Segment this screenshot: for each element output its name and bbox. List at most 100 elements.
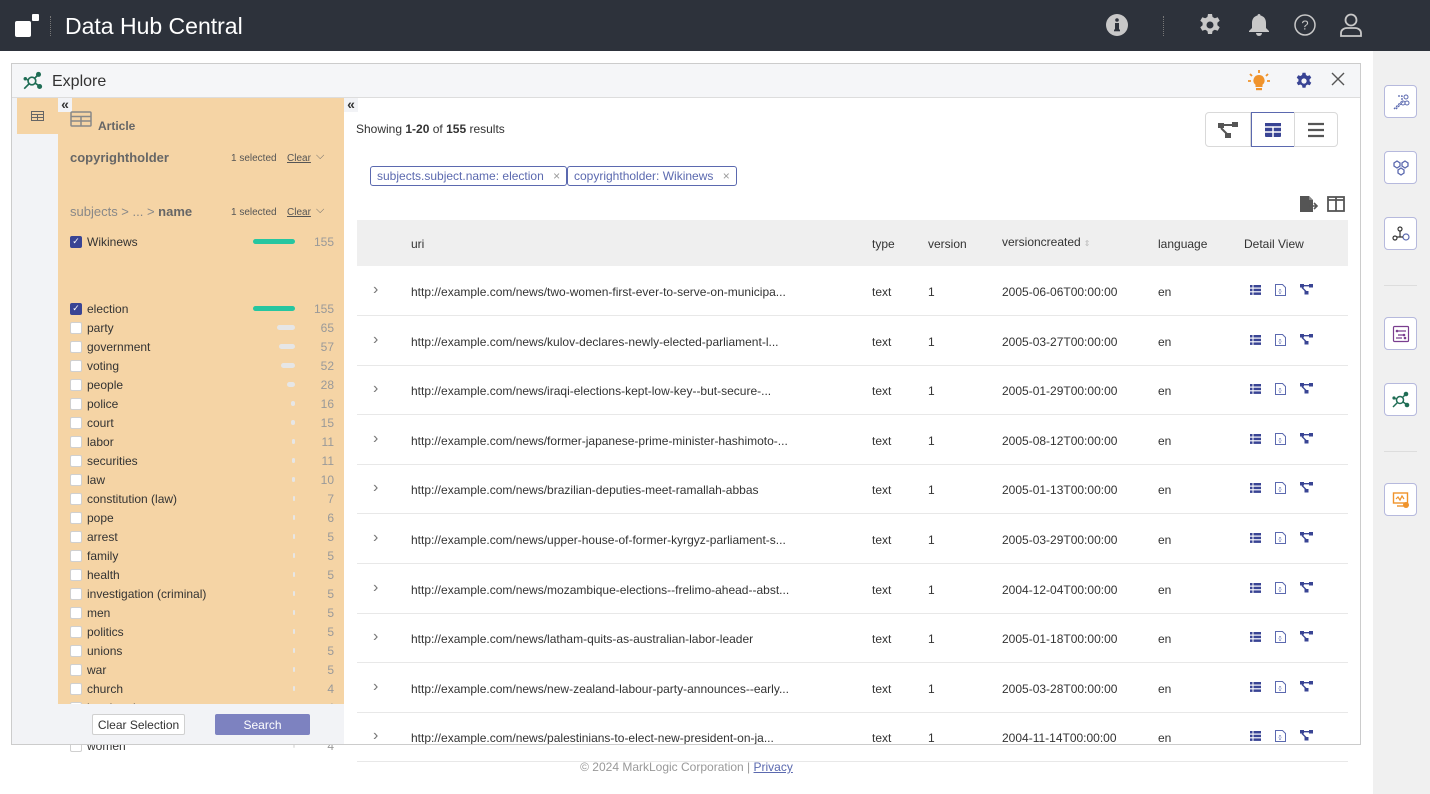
facet-checkbox[interactable] <box>70 378 82 391</box>
facet-checkbox[interactable] <box>70 397 82 410</box>
cell-uri[interactable]: http://example.com/news/former-japanese-… <box>411 434 788 448</box>
facet-item[interactable]: health 5 <box>70 565 334 584</box>
instance-view-icon[interactable] <box>1250 582 1261 596</box>
facet-item[interactable]: government 57 <box>70 337 334 356</box>
facet-item[interactable]: police 16 <box>70 394 334 413</box>
cell-uri[interactable]: http://example.com/news/upper-house-of-f… <box>411 533 786 547</box>
graph-view-icon[interactable] <box>1300 532 1313 546</box>
load-tile-button[interactable] <box>1384 85 1417 118</box>
cell-uri[interactable]: http://example.com/news/latham-quits-as-… <box>411 632 753 646</box>
lightbulb-icon[interactable] <box>1247 69 1271 98</box>
facet-checkbox[interactable] <box>70 511 82 524</box>
graph-view-button[interactable] <box>1205 112 1251 147</box>
facet-item[interactable]: court 15 <box>70 413 334 432</box>
column-selector-icon[interactable] <box>1327 196 1345 217</box>
column-header-uri[interactable]: uri <box>411 237 424 251</box>
remove-filter-icon[interactable]: × <box>550 169 560 183</box>
source-view-icon[interactable]: {} <box>1275 631 1286 646</box>
facet-checkbox[interactable] <box>70 321 82 334</box>
instance-view-icon[interactable] <box>1250 383 1261 397</box>
expand-row-icon[interactable]: › <box>373 628 378 646</box>
info-icon[interactable] <box>1105 13 1129 37</box>
expand-row-icon[interactable]: › <box>373 727 378 745</box>
column-header-type[interactable]: type <box>872 237 895 251</box>
cell-uri[interactable]: http://example.com/news/two-women-first-… <box>411 285 786 299</box>
graph-view-icon[interactable] <box>1300 482 1313 496</box>
facet-item[interactable]: arrest 5 <box>70 527 334 546</box>
expand-row-icon[interactable]: › <box>373 529 378 547</box>
facet-checkbox[interactable]: ✓ <box>70 302 82 315</box>
help-icon[interactable]: ? <box>1293 13 1317 37</box>
expand-row-icon[interactable]: › <box>373 430 378 448</box>
model-tile-button[interactable] <box>1384 151 1417 184</box>
column-header-versioncreated[interactable]: versioncreated ⇕ <box>1002 235 1090 249</box>
filter-chip[interactable]: copyrightholder: Wikinews × <box>567 166 737 186</box>
instance-view-icon[interactable] <box>1250 631 1261 645</box>
facet-checkbox[interactable] <box>70 644 82 657</box>
facet-item[interactable]: family 5 <box>70 546 334 565</box>
chevron-down-icon[interactable]: ⌵ <box>316 204 324 217</box>
cell-uri[interactable]: http://example.com/news/mozambique-elect… <box>411 583 789 597</box>
graph-view-icon[interactable] <box>1300 680 1313 695</box>
facet-checkbox[interactable] <box>70 359 82 372</box>
facet-checkbox[interactable]: ✓ <box>70 235 82 248</box>
facet-item[interactable]: men 5 <box>70 603 334 622</box>
graph-view-icon[interactable] <box>1300 383 1313 397</box>
run-tile-button[interactable] <box>1384 317 1417 350</box>
cell-uri[interactable]: http://example.com/news/brazilian-deputi… <box>411 483 759 497</box>
monitor-tile-button[interactable] <box>1384 483 1417 516</box>
expand-row-icon[interactable]: › <box>373 479 378 497</box>
column-header-version[interactable]: version <box>928 237 967 251</box>
facet-clear-link[interactable]: Clear <box>287 153 311 164</box>
facet-checkbox[interactable] <box>70 473 82 486</box>
cell-uri[interactable]: http://example.com/news/iraqi-elections-… <box>411 384 771 398</box>
clear-selection-button[interactable]: Clear Selection <box>92 714 185 735</box>
facet-item[interactable]: ✓ election 155 <box>70 299 334 318</box>
facet-checkbox[interactable] <box>70 416 82 429</box>
facet-item[interactable]: voting 52 <box>70 356 334 375</box>
sort-icon[interactable]: ⇕ <box>1084 239 1091 248</box>
facet-item[interactable]: investigation (criminal) 5 <box>70 584 334 603</box>
facet-item[interactable]: people 28 <box>70 375 334 394</box>
source-view-icon[interactable]: {} <box>1275 532 1286 547</box>
settings-icon[interactable] <box>1295 72 1313 95</box>
cell-uri[interactable]: http://example.com/news/kulov-declares-n… <box>411 335 778 349</box>
instance-view-icon[interactable] <box>1250 532 1261 546</box>
filter-chip[interactable]: subjects.subject.name: election × <box>370 166 568 186</box>
facet-checkbox[interactable] <box>70 625 82 638</box>
facet-checkbox[interactable] <box>70 549 82 562</box>
source-view-icon[interactable]: {} <box>1275 432 1286 448</box>
settings-icon[interactable] <box>1198 13 1222 37</box>
expand-row-icon[interactable]: › <box>373 281 378 299</box>
facet-checkbox[interactable] <box>70 530 82 543</box>
facet-checkbox[interactable] <box>70 606 82 619</box>
facet-item[interactable]: church 4 <box>70 679 334 698</box>
graph-view-icon[interactable] <box>1300 333 1313 348</box>
facet-item[interactable]: labor 11 <box>70 432 334 451</box>
instance-view-icon[interactable] <box>1250 482 1261 496</box>
facet-checkbox[interactable] <box>70 492 82 505</box>
facet-item[interactable]: ✓ Wikinews 155 <box>70 232 334 251</box>
facet-checkbox[interactable] <box>70 454 82 467</box>
privacy-link[interactable]: Privacy <box>754 760 793 774</box>
expand-row-icon[interactable]: › <box>373 678 378 696</box>
instance-view-icon[interactable] <box>1250 284 1261 298</box>
facet-item[interactable]: unions 5 <box>70 641 334 660</box>
facet-item[interactable]: politics 5 <box>70 622 334 641</box>
collapse-sidebar-icon[interactable]: « <box>58 97 72 112</box>
facet-item[interactable]: securities 11 <box>70 451 334 470</box>
facet-clear-link[interactable]: Clear <box>287 207 311 218</box>
collapse-results-icon[interactable]: « <box>344 97 358 112</box>
source-view-icon[interactable]: {} <box>1275 680 1286 696</box>
user-icon[interactable] <box>1339 13 1363 37</box>
entity-type-article-tab[interactable] <box>17 98 58 134</box>
expand-row-icon[interactable]: › <box>373 579 378 597</box>
instance-view-icon[interactable] <box>1250 334 1261 348</box>
facet-checkbox[interactable] <box>70 568 82 581</box>
export-icon[interactable] <box>1299 195 1319 218</box>
graph-view-icon[interactable] <box>1300 284 1313 298</box>
graph-view-icon[interactable] <box>1300 631 1313 645</box>
facet-checkbox[interactable] <box>70 663 82 676</box>
facet-checkbox[interactable] <box>70 682 82 695</box>
graph-view-icon[interactable] <box>1300 432 1313 447</box>
